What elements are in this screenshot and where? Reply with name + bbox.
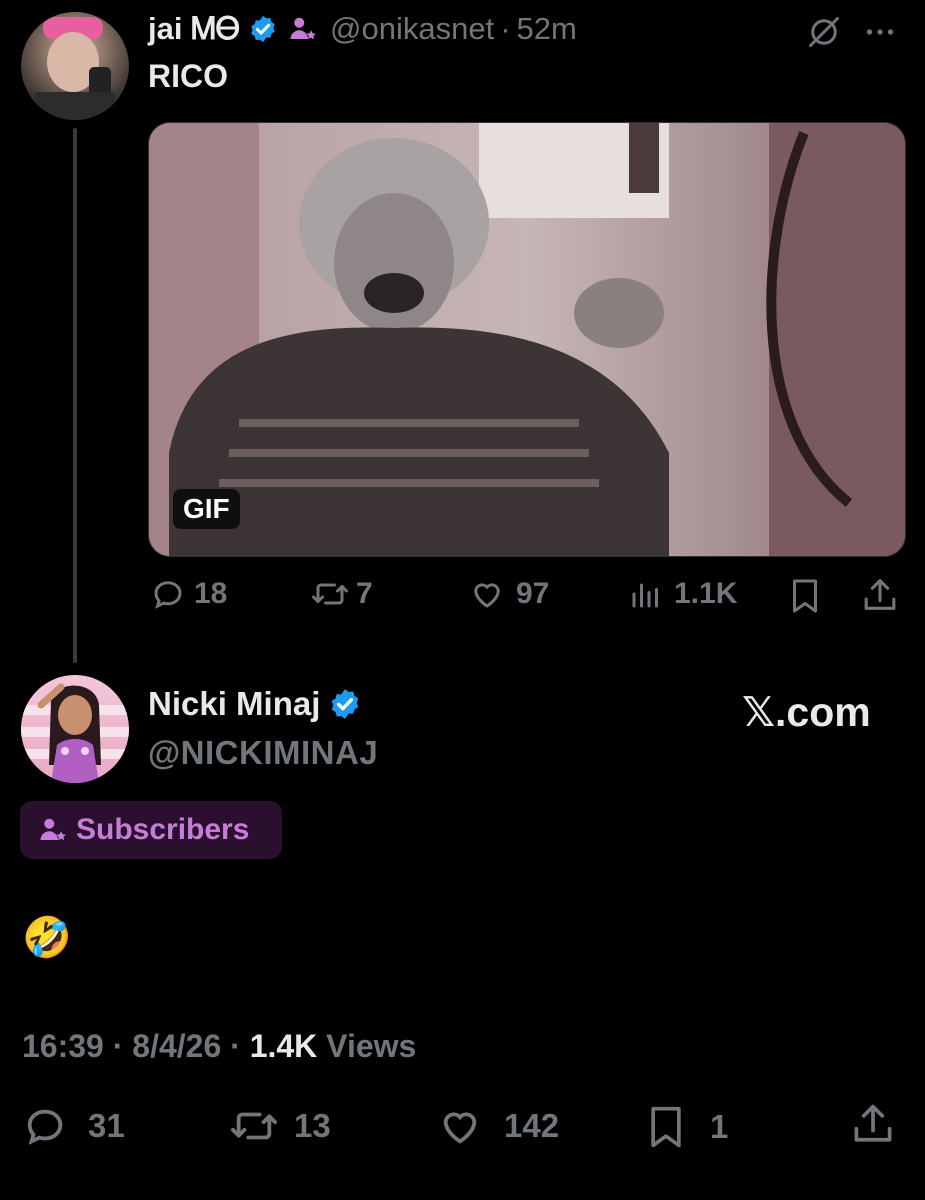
x-com-watermark: 𝕏.com	[742, 689, 871, 735]
verified-badge-icon	[328, 687, 362, 721]
bookmark-icon	[787, 576, 823, 616]
reply-icon	[150, 576, 186, 612]
like-icon	[436, 1103, 484, 1149]
reply-timestamp[interactable]: 52m	[517, 11, 577, 47]
main-like-count: 142	[504, 1107, 560, 1144]
reply-author-handle[interactable]: @onikasnet	[330, 11, 494, 47]
main-bookmark-count: 1	[710, 1108, 729, 1145]
main-bookmark-button[interactable]: 1	[644, 1103, 728, 1151]
repost-icon	[310, 576, 350, 612]
main-like-button[interactable]: 142	[436, 1103, 559, 1149]
grok-icon[interactable]	[806, 14, 842, 50]
meta-separator: ·	[230, 1028, 241, 1064]
main-author-avatar[interactable]	[21, 675, 129, 783]
reply-bookmark-button[interactable]	[787, 576, 823, 616]
main-views-label: Views	[326, 1028, 417, 1064]
repost-icon	[228, 1103, 280, 1149]
main-tweet-text: 🤣	[22, 916, 72, 960]
gif-badge: GIF	[173, 489, 240, 529]
bookmark-icon	[644, 1103, 688, 1151]
reply-repost-button[interactable]: 7	[310, 576, 373, 612]
main-time[interactable]: 16:39	[22, 1028, 104, 1064]
meta-separator: ·	[112, 1028, 124, 1064]
reply-text: RICO	[148, 58, 228, 94]
views-icon	[628, 576, 664, 612]
share-icon	[861, 576, 899, 616]
main-repost-count: 13	[294, 1107, 331, 1144]
reply-icon	[22, 1103, 68, 1149]
subscriber-icon	[288, 14, 318, 44]
main-author-handle[interactable]: @NICKIMINAJ	[148, 734, 378, 772]
reply-reply-button[interactable]: 18	[150, 576, 227, 612]
reply-reply-count: 18	[194, 577, 228, 610]
reply-views-button[interactable]: 1.1K	[628, 576, 737, 612]
reply-share-button[interactable]	[861, 576, 899, 616]
main-share-button[interactable]	[850, 1101, 896, 1149]
main-reply-button[interactable]: 31	[22, 1103, 125, 1149]
reply-like-button[interactable]: 97	[468, 576, 549, 612]
main-author-name[interactable]: Nicki Minaj	[148, 685, 320, 723]
reply-gif-media[interactable]: GIF	[148, 122, 906, 557]
thread-connector-line	[73, 128, 77, 663]
more-icon[interactable]	[862, 14, 898, 50]
main-date[interactable]: 8/4/26	[132, 1028, 221, 1064]
subscriber-icon	[38, 815, 68, 845]
reply-like-count: 97	[516, 577, 550, 610]
subscribers-label: Subscribers	[76, 813, 250, 846]
verified-badge-icon	[248, 14, 278, 44]
reply-separator: ·	[500, 11, 511, 46]
main-repost-button[interactable]: 13	[228, 1103, 331, 1149]
gif-frame-image	[149, 123, 905, 556]
reply-author-name[interactable]: jai ᎷᎾ	[148, 11, 240, 48]
main-views-count: 1.4K	[249, 1028, 318, 1064]
share-icon	[850, 1101, 896, 1149]
main-reply-count: 31	[88, 1107, 125, 1144]
reply-author-avatar[interactable]	[21, 12, 129, 120]
reply-views-count: 1.1K	[674, 577, 738, 610]
reply-repost-count: 7	[356, 577, 373, 610]
subscribers-badge[interactable]: Subscribers	[20, 801, 282, 859]
like-icon	[468, 576, 506, 612]
